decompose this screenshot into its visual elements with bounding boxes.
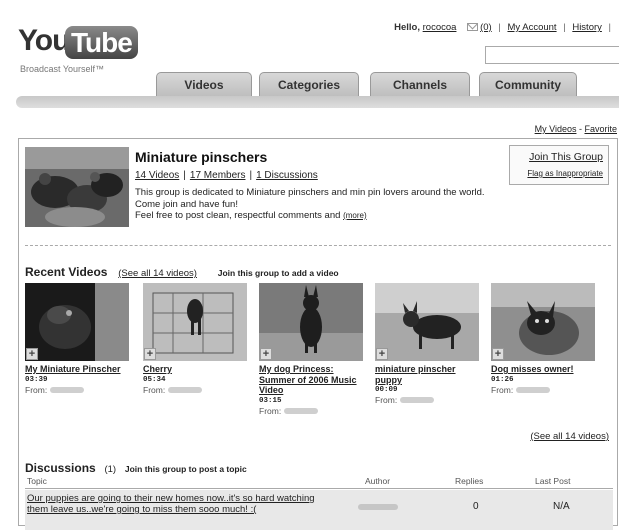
see-all-videos-link[interactable]: (See all 14 videos) [118,268,197,279]
add-to-quicklist-icon[interactable]: + [144,348,156,360]
from-label: From: [491,384,514,395]
video-from: From: [259,406,363,417]
inbox-count-link[interactable]: (0) [480,22,492,33]
video-title-link[interactable]: miniature pinscher puppy [375,364,479,385]
video-duration: 03:15 [259,396,282,405]
topic-link[interactable]: Our puppies are going to their new homes… [27,493,317,515]
user-bar: Hello, rococoa (0) | My Account | Histor… [394,22,611,33]
uploader-redacted[interactable] [50,386,85,393]
discussions-header: Discussions (1) Join this group to post … [25,461,247,475]
tab-categories[interactable]: Categories [259,72,359,97]
column-header-topic: Topic [27,476,47,486]
logo-tagline: Broadcast Yourself™ [20,64,105,74]
table-divider [25,488,613,489]
uploader-redacted[interactable] [400,397,435,403]
video-title-link[interactable]: Dog misses owner! [491,364,595,375]
video-item: + miniature pinscher puppy 00:09 From: [375,283,479,406]
nav-bar [16,96,619,108]
my-account-link[interactable]: My Account [507,22,556,33]
add-to-quicklist-icon[interactable]: + [26,348,38,360]
video-title-link[interactable]: My Miniature Pinscher [25,364,129,375]
see-all-videos-bottom-link[interactable]: (See all 14 videos) [530,431,609,442]
video-duration: 00:09 [375,386,398,394]
video-thumbnail[interactable]: + [491,283,595,361]
column-header-replies: Replies [455,476,484,486]
add-to-quicklist-icon[interactable]: + [376,348,388,360]
from-label: From: [375,395,398,405]
add-to-quicklist-icon[interactable]: + [260,348,272,360]
discussions-count: (1) [104,464,117,475]
video-duration: 03:39 [25,375,48,384]
divider [25,245,611,246]
video-from: From: [375,395,479,406]
join-to-post-topic: Join this group to post a topic [124,464,247,474]
description-text: Feel free to post clean, respectful comm… [135,210,341,221]
recent-videos-header: Recent Videos (See all 14 videos) Join t… [25,265,339,279]
video-title-link[interactable]: Cherry [143,364,247,375]
from-label: From: [143,384,166,395]
flag-inappropriate-link[interactable]: Flag as Inappropriate [510,169,603,178]
video-thumbnail[interactable]: + [259,283,363,361]
video-from: From: [491,385,595,396]
group-discussions-link[interactable]: 1 Discussions [256,170,318,181]
add-to-quicklist-icon[interactable]: + [492,348,504,360]
group-description: This group is dedicated to Miniature pin… [135,187,505,222]
author-redacted[interactable] [358,504,398,510]
video-item: + My dog Princess: Summer of 2006 Music … [259,283,363,417]
join-group-link[interactable]: Join This Group [510,151,603,163]
mail-icon[interactable] [467,23,479,31]
video-item: + Cherry 05:34 From: [143,283,247,396]
from-label: From: [25,384,48,395]
table-row: Our puppies are going to their new homes… [25,490,613,530]
group-stats-links: 14 Videos | 17 Members | 1 Discussions [135,170,318,181]
description-line: Come join and have fun! [135,198,238,210]
tab-community[interactable]: Community [479,72,577,97]
history-link[interactable]: History [572,22,602,33]
video-from: From: [25,385,129,396]
group-panel: Miniature pinschers 14 Videos | 17 Members… [18,138,618,530]
username-link[interactable]: rococoa [423,22,457,33]
video-item: + Dog misses owner! 01:26 From: [491,283,595,396]
my-videos-link[interactable]: My Videos [535,124,577,134]
video-thumbnail[interactable]: + [375,283,479,361]
tab-channels[interactable]: Channels [370,72,470,97]
from-label: From: [259,405,282,416]
uploader-redacted[interactable] [284,407,319,414]
column-header-last-post: Last Post [535,476,571,486]
favorites-link[interactable]: Favorite [584,124,617,134]
uploader-redacted[interactable] [168,386,203,393]
youtube-logo[interactable]: You Tube Broadcast Yourself™ [18,24,138,74]
tab-videos[interactable]: Videos [156,72,252,97]
group-members-link[interactable]: 17 Members [190,170,246,181]
sub-nav: My Videos - Favorite [534,124,617,134]
uploader-redacted[interactable] [516,386,551,393]
logo-you-text: You [18,24,70,57]
join-box: Join This Group Flag as Inappropriate [509,145,609,185]
more-link[interactable]: (more) [343,211,367,220]
replies-count: 0 [473,501,479,512]
video-from: From: [143,385,247,396]
greeting: Hello, [394,22,420,33]
group-title: Miniature pinschers [135,149,268,165]
video-thumbnail[interactable]: + [143,283,247,361]
recent-videos-heading: Recent Videos [25,265,108,279]
join-to-add-video: Join this group to add a video [217,268,339,278]
video-duration: 05:34 [143,375,166,384]
video-duration: 01:26 [491,375,514,384]
video-title-link[interactable]: My dog Princess: Summer of 2006 Music Vi… [259,364,363,396]
column-header-author: Author [365,476,391,486]
search-input[interactable] [485,46,619,64]
group-videos-link[interactable]: 14 Videos [135,170,179,181]
logo-tube-text: Tube [65,26,138,59]
video-item: + My Miniature Pinscher 03:39 From: [25,283,129,396]
last-post: N/A [553,501,570,512]
group-thumbnail[interactable] [25,147,129,227]
video-thumbnail[interactable]: + [25,283,129,361]
description-line: Feel free to post clean, respectful comm… [135,210,505,222]
discussions-heading: Discussions [25,461,96,475]
description-line: This group is dedicated to Miniature pin… [135,187,485,198]
